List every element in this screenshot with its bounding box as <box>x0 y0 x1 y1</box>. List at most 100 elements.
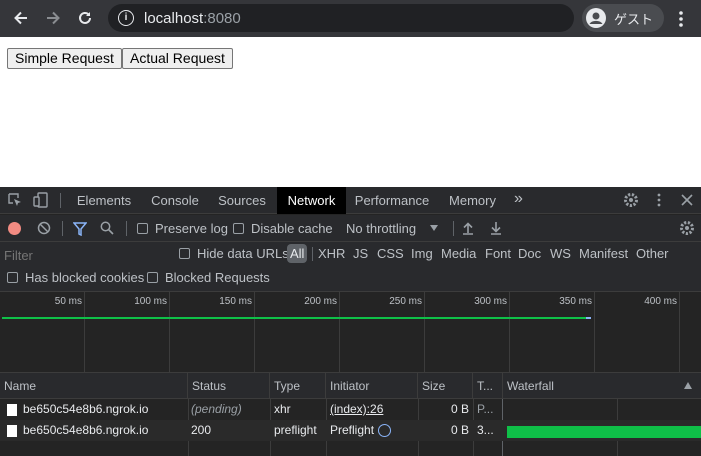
request-type: preflight <box>274 423 317 437</box>
waterfall-bar <box>507 426 701 438</box>
filter-input[interactable] <box>4 246 164 264</box>
tick-line <box>424 292 425 372</box>
overview-request-bar-end <box>586 317 591 319</box>
search-icon[interactable] <box>100 221 114 238</box>
url-host: localhost <box>144 9 204 27</box>
blocked-requests-checkbox[interactable] <box>147 272 158 283</box>
menu-icon[interactable] <box>678 10 684 28</box>
filter-type-ws[interactable]: WS <box>550 246 571 261</box>
table-row[interactable]: be650c54e8b6.ngrok.io (pending) xhr (ind… <box>0 399 701 420</box>
filter-type-media[interactable]: Media <box>441 246 476 261</box>
divider <box>312 247 313 261</box>
export-har-icon[interactable] <box>490 221 502 238</box>
tick-label: 250 ms <box>389 296 422 307</box>
divider <box>60 193 61 208</box>
tab-performance[interactable]: Performance <box>349 187 435 214</box>
table-row[interactable]: be650c54e8b6.ngrok.io 200 preflight Pref… <box>0 420 701 441</box>
divider <box>453 221 454 236</box>
filter-type-other[interactable]: Other <box>636 246 669 261</box>
simple-request-button[interactable]: Simple Request <box>7 48 122 69</box>
devtools-panel: Elements Console Sources Network Perform… <box>0 187 701 456</box>
tab-sources[interactable]: Sources <box>210 187 274 214</box>
hide-data-urls-checkbox[interactable] <box>179 248 190 259</box>
tick-line <box>594 292 595 372</box>
import-har-icon[interactable] <box>462 221 474 238</box>
tick-line <box>509 292 510 372</box>
disable-cache-label: Disable cache <box>251 221 333 236</box>
tab-memory[interactable]: Memory <box>440 187 505 214</box>
request-time: 3... <box>477 423 494 437</box>
filter-type-doc[interactable]: Doc <box>518 246 541 261</box>
tick-label: 400 ms <box>644 296 677 307</box>
column-type[interactable]: Type <box>270 373 326 399</box>
tick-label: 150 ms <box>219 296 252 307</box>
tab-elements[interactable]: Elements <box>69 187 139 214</box>
preserve-log-label: Preserve log <box>155 221 228 236</box>
column-size[interactable]: Size <box>418 373 473 399</box>
request-initiator-link[interactable]: (index):26 <box>326 399 418 420</box>
tick-line <box>84 292 85 372</box>
tick-label: 200 ms <box>304 296 337 307</box>
disable-cache-checkbox[interactable] <box>233 223 244 234</box>
forward-icon[interactable] <box>41 6 65 30</box>
document-icon <box>7 404 17 416</box>
address-bar[interactable]: i localhost:8080 <box>108 4 574 32</box>
tick-line <box>169 292 170 372</box>
tab-console[interactable]: Console <box>142 187 208 214</box>
more-tabs-icon[interactable]: » <box>514 190 523 208</box>
filter-type-xhr[interactable]: XHR <box>318 246 345 261</box>
filter-icon[interactable] <box>72 222 88 239</box>
column-status[interactable]: Status <box>188 373 270 399</box>
filter-type-js[interactable]: JS <box>353 246 368 261</box>
column-name[interactable]: Name <box>0 373 188 399</box>
inspect-icon[interactable] <box>8 193 22 210</box>
column-waterfall[interactable]: Waterfall <box>503 373 701 399</box>
request-name: be650c54e8b6.ngrok.io <box>23 423 149 437</box>
profile-button[interactable]: ゲスト <box>582 4 664 32</box>
url-port: :8080 <box>203 9 241 27</box>
filter-type-font[interactable]: Font <box>485 246 511 261</box>
browser-toolbar: i localhost:8080 ゲスト <box>0 0 701 37</box>
profile-name: ゲスト <box>614 11 654 27</box>
preserve-log-checkbox[interactable] <box>137 223 148 234</box>
column-time[interactable]: T... <box>473 373 503 399</box>
blocked-cookies-checkbox[interactable] <box>7 272 18 283</box>
overview-request-bar <box>2 317 586 319</box>
tick-label: 350 ms <box>559 296 592 307</box>
column-initiator[interactable]: Initiator <box>326 373 418 399</box>
dropdown-arrow-icon <box>430 225 438 231</box>
back-icon[interactable] <box>9 6 33 30</box>
hide-data-urls-label: Hide data URLs <box>197 246 289 261</box>
reload-icon[interactable] <box>73 6 97 30</box>
network-toolbar: Preserve log Disable cache No throttling <box>0 215 701 242</box>
blocked-cookies-label: Has blocked cookies <box>25 270 145 285</box>
table-header: Name Status Type Initiator Size T... Wat… <box>0 373 701 399</box>
tick-label: 300 ms <box>474 296 507 307</box>
sort-ascending-icon[interactable] <box>684 382 692 389</box>
web-page: Simple Request Actual Request <box>0 37 701 187</box>
info-icon[interactable]: i <box>118 10 134 26</box>
request-name: be650c54e8b6.ngrok.io <box>23 402 149 416</box>
request-time: P... <box>477 402 494 416</box>
close-icon[interactable] <box>681 194 693 209</box>
filter-type-manifest[interactable]: Manifest <box>579 246 628 261</box>
tab-network[interactable]: Network <box>277 187 346 214</box>
settings-icon[interactable] <box>623 192 639 211</box>
request-size: 0 B <box>450 423 469 437</box>
blocked-requests-label: Blocked Requests <box>165 270 270 285</box>
preflight-link-icon[interactable] <box>378 424 391 437</box>
filter-type-img[interactable]: Img <box>411 246 433 261</box>
request-size: 0 B <box>450 402 469 416</box>
filter-type-all[interactable]: All <box>287 244 308 263</box>
record-icon[interactable] <box>8 222 21 235</box>
kebab-menu-icon[interactable] <box>657 193 661 210</box>
throttling-select[interactable]: No throttling <box>346 221 416 236</box>
filter-type-css[interactable]: CSS <box>377 246 404 261</box>
device-toggle-icon[interactable] <box>33 192 49 211</box>
divider <box>126 221 127 236</box>
timeline-overview[interactable]: 50 ms 100 ms 150 ms 200 ms 250 ms 300 ms… <box>0 292 701 373</box>
network-settings-icon[interactable] <box>679 220 695 239</box>
request-status: 200 <box>191 423 212 437</box>
actual-request-button[interactable]: Actual Request <box>122 48 233 69</box>
clear-icon[interactable] <box>37 221 51 238</box>
